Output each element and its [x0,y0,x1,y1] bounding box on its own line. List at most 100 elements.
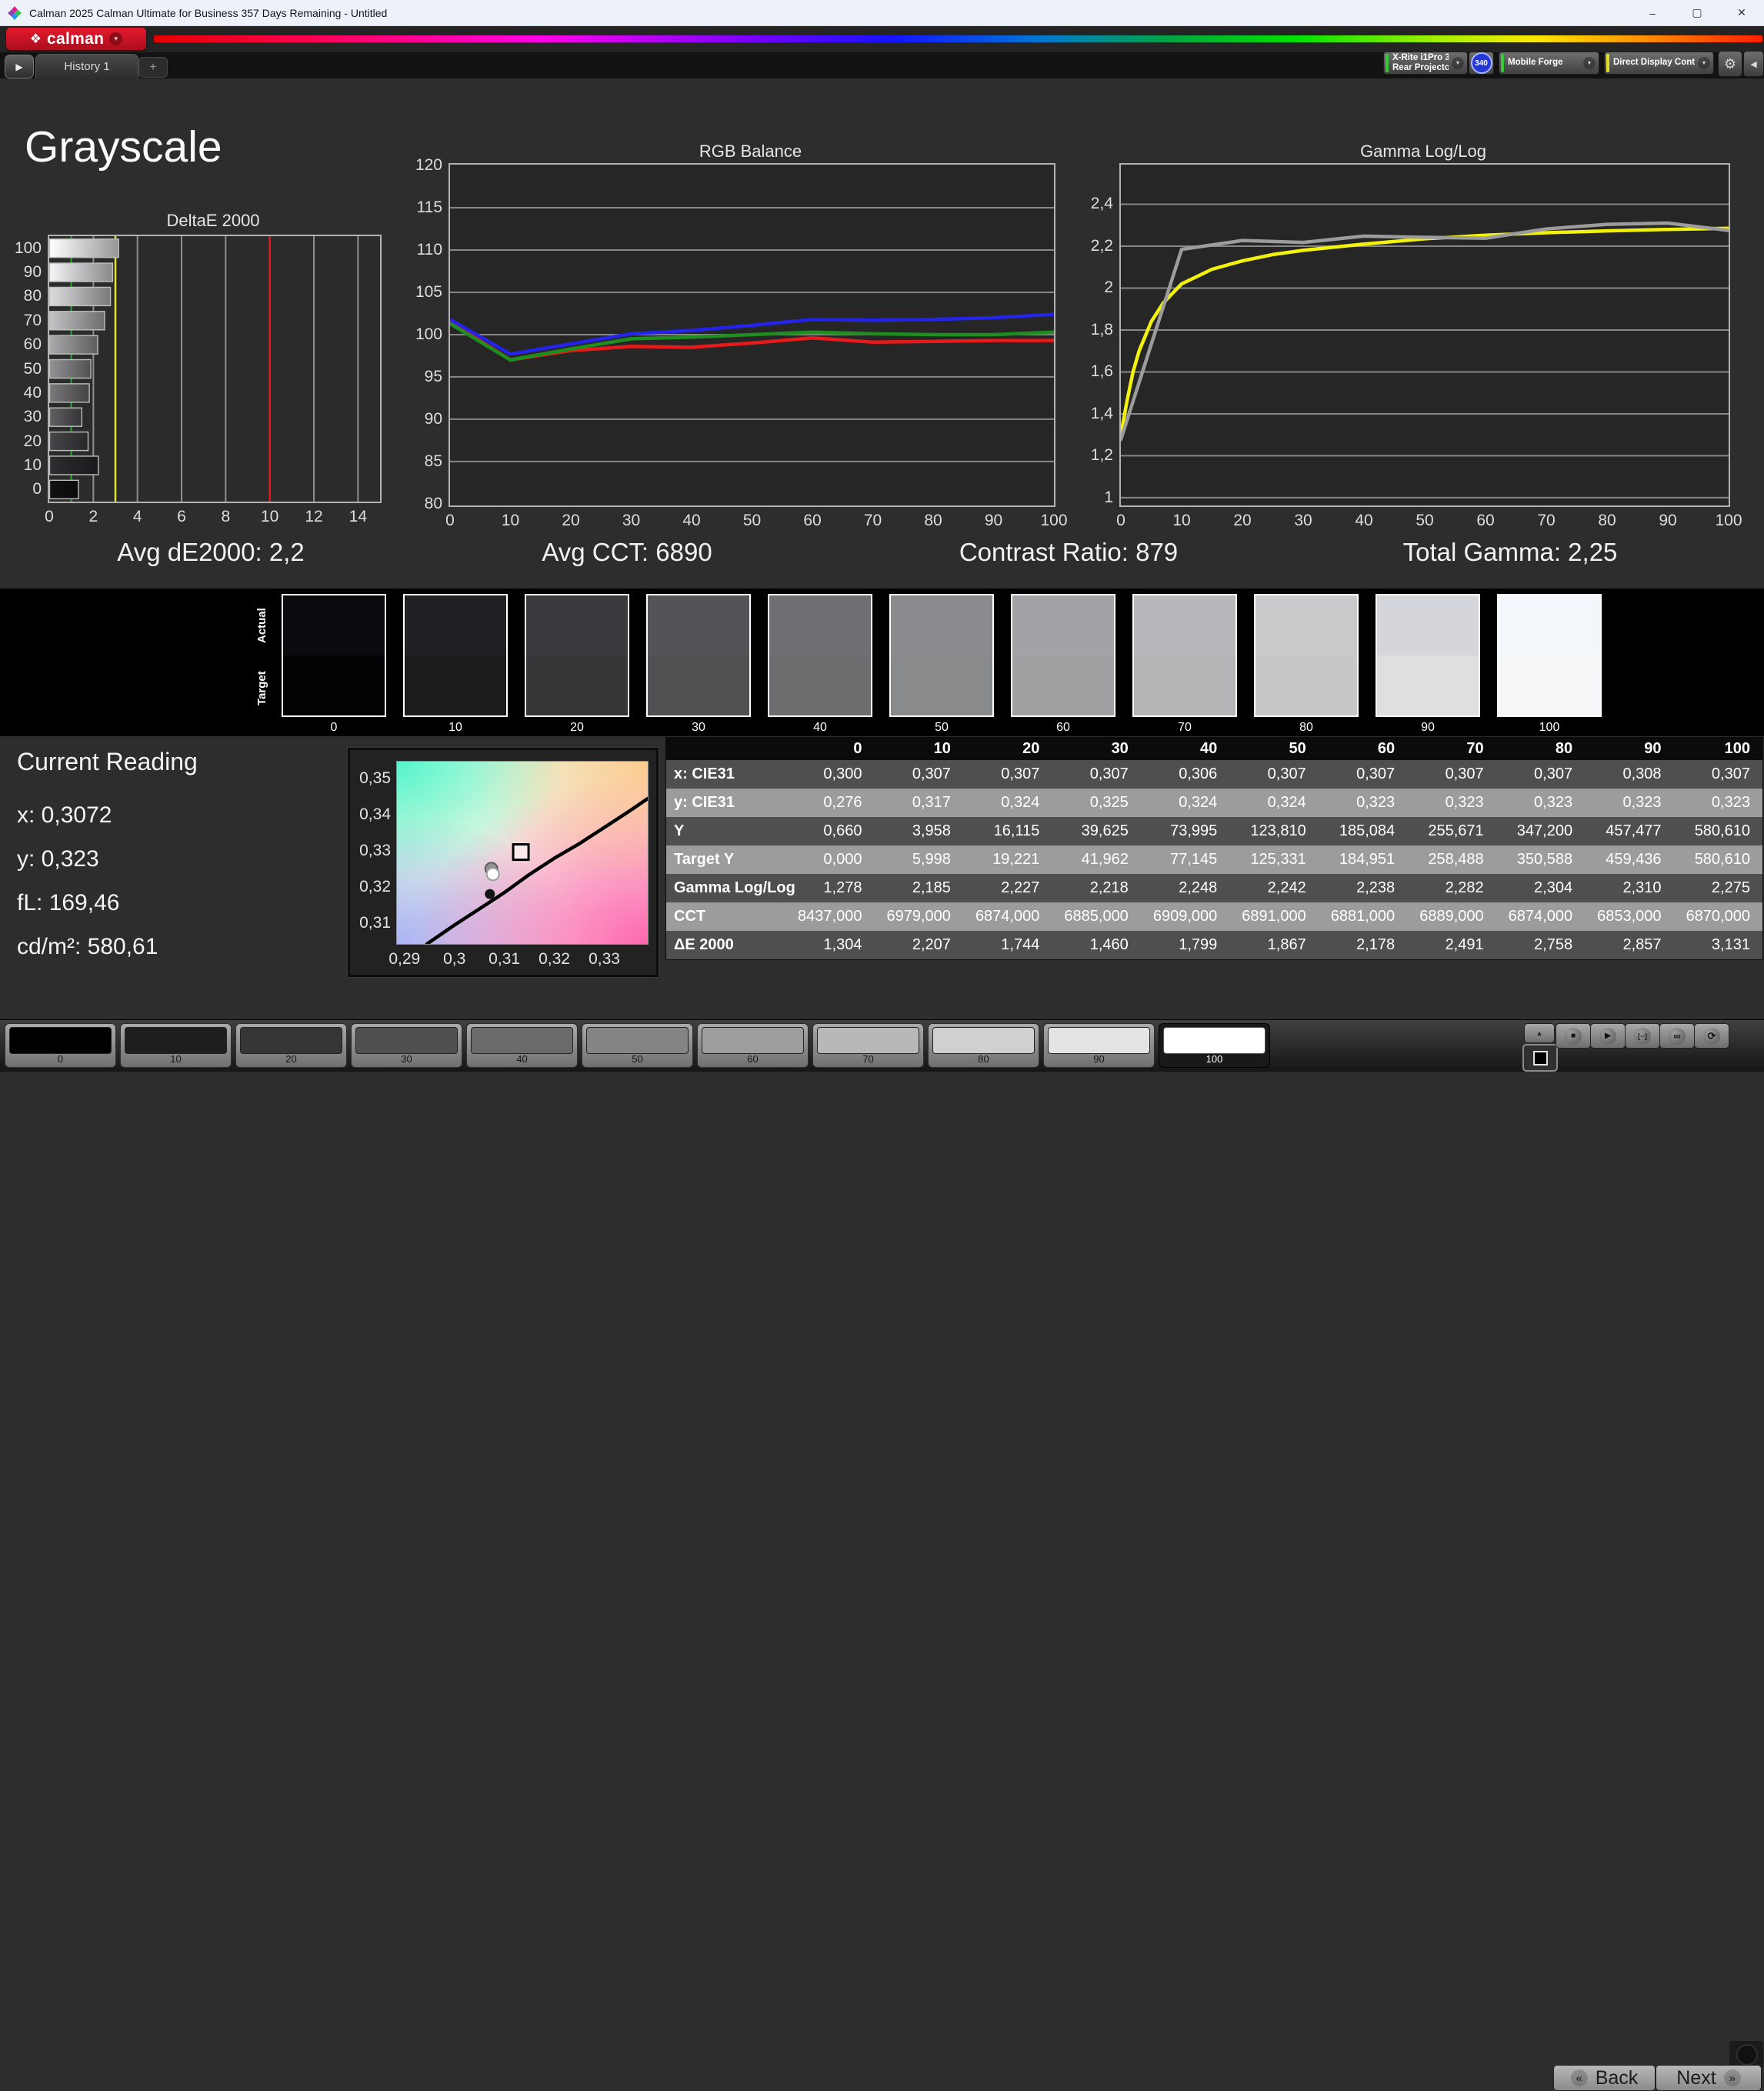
back-button[interactable]: « Back [1553,2065,1656,2091]
minimize-button[interactable]: – [1630,0,1675,25]
pattern-window-up-button[interactable]: ▲ [1524,1023,1555,1043]
pattern-button-30[interactable]: 30 [351,1023,462,1068]
stop-button[interactable]: ■ [1556,1023,1591,1049]
actual-patch [1012,595,1114,655]
pattern-button-10[interactable]: 10 [120,1023,232,1068]
add-tab-button[interactable]: + [138,57,168,78]
ytick-label: 80 [424,494,442,512]
pattern-swatch [471,1027,573,1054]
table-row: y: CIE31 0,276 0,317 0,324 0,325 0,324 0,324 0,… [666,789,1762,817]
pattern-button-80[interactable]: 80 [928,1023,1039,1068]
table-cell: 125,331 [1250,851,1306,868]
cie-ytick-label: 0,34 [359,805,391,824]
play-button[interactable]: ▶ [1590,1023,1626,1049]
xtick-label: 70 [863,512,882,529]
cie-ytick-label: 0,33 [359,842,391,860]
table-cell: 0,325 [1089,794,1129,811]
next-button[interactable]: Next » [1656,2065,1762,2091]
swatch-level-label: 40 [813,721,827,734]
pattern-button-50[interactable]: 50 [582,1023,693,1068]
table-cell: 185,084 [1339,822,1396,839]
xtick-label: 90 [984,512,1003,529]
meter-exposure-badge[interactable]: 340 [1469,52,1494,75]
swatch-level-label: 50 [935,721,949,734]
table-cell: 2,310 [1622,879,1662,896]
xtick-label: 90 [1659,512,1677,529]
actual-patch [769,595,871,655]
series-target [1121,226,1729,437]
swatch-level-label: 0 [330,721,338,734]
deltae-ytick-label: 90 [23,263,42,282]
deltae-svg [49,236,359,502]
table-row: Gamma Log/Log 1,278 2,185 2,227 2,218 2,248 2,… [666,874,1762,902]
rgb-chart-title: RGB Balance [699,142,802,161]
pattern-button-70[interactable]: 70 [812,1023,924,1068]
pattern-swatch [932,1027,1035,1054]
maximize-button[interactable]: ▢ [1675,0,1719,25]
meter-dropdown[interactable]: X-Rite i1Pro 3 Rear Projector ▼ [1383,52,1468,75]
pattern-window-button[interactable] [1522,1044,1558,1072]
xtick-label: 100 [1040,512,1068,529]
display-label: Direct Display Control [1613,58,1695,68]
rgb-balance-chart: 120 115 110 105 100 95 90 85 80 0 10 20 30 40 50 60 70 80… [415,156,1068,529]
display-dropdown[interactable]: Direct Display Control ▼ [1604,52,1714,75]
deltae-ytick-label: 70 [23,311,42,329]
table-cell: 2,218 [1089,879,1129,896]
lens-circle-icon [1736,2044,1758,2066]
deltae-chart-title: DeltaE 2000 [166,211,260,230]
pattern-button-40[interactable]: 40 [466,1023,578,1068]
source-dropdown[interactable]: Mobile Forge ▼ [1499,52,1599,75]
table-cell: 6881,000 [1330,908,1396,925]
ytick-label: 2,2 [1090,236,1113,255]
deltae-ytick-label: 20 [23,432,42,450]
settings-button[interactable]: ⚙ [1718,51,1742,77]
pattern-level-label: 70 [862,1053,874,1065]
expand-panel-button[interactable]: ▶ [5,55,34,78]
xtick-label: 40 [682,512,701,529]
pattern-button-0[interactable]: 0 [5,1023,116,1068]
target-patch [1012,655,1114,715]
table-column-header: 80 [1555,740,1573,757]
xtick-label: 60 [803,512,822,529]
arrow-left-icon: ◀ [1750,59,1757,69]
pattern-button-60[interactable]: 60 [697,1023,809,1068]
xtick-label: 70 [1537,512,1556,529]
refresh-button[interactable]: ⟳ [1694,1023,1729,1049]
deltae-xtick-label: 2 [88,508,98,525]
pattern-button-90[interactable]: 90 [1043,1023,1155,1068]
table-cell: 1,744 [1001,936,1040,953]
gray-swatch-50 [889,594,994,717]
tab-history-1[interactable]: History 1 [35,54,138,78]
table-cell: 2,857 [1622,936,1662,953]
continuous-read-button[interactable]: ∞ [1659,1023,1695,1049]
cie-xtick-label: 0,29 [388,950,421,968]
table-cell: 1,799 [1179,936,1218,953]
close-button[interactable]: ✕ [1719,0,1764,25]
table-cell: 6885,000 [1064,908,1129,925]
table-cell: 1,867 [1267,936,1306,953]
table-cell: 0,000 [823,851,862,868]
table-cell: 0,660 [823,822,862,839]
pattern-button-100[interactable]: 100 [1159,1023,1270,1068]
table-cell: 0,300 [823,765,862,782]
chevron-down-icon: ▼ [1698,57,1710,69]
table-cell: 0,324 [1179,794,1218,811]
table-row: x: CIE31 0,300 0,307 0,307 0,307 0,306 0,307 0,… [666,760,1762,789]
table-cell: 0,306 [1179,765,1218,782]
reading-y: y: 0,323 [17,846,99,872]
target-patch [769,655,871,715]
pattern-button-20[interactable]: 20 [235,1023,347,1068]
series-measured [1121,221,1729,442]
table-row: ΔE 2000 1,304 2,207 1,744 1,460 1,799 1,867 2,1… [666,931,1762,959]
target-patch [1377,655,1479,715]
plus-icon: + [149,60,157,74]
collapse-panel-button[interactable]: ◀ [1743,51,1764,77]
table-cell: 6891,000 [1242,908,1306,925]
table-cell: 2,178 [1356,936,1396,953]
table-cell: 459,436 [1606,851,1662,868]
gamma-plot-svg [1121,203,1729,499]
source-status-bar [1501,54,1504,72]
read-series-button[interactable]: [··] [1625,1023,1660,1049]
cie-chart-panel: 0,35 0,34 0,33 0,32 0,31 0,29 0,3 0,31 0,32 0,33 [347,747,659,978]
calman-menu-button[interactable]: ❖ calman ▼ [6,28,146,50]
